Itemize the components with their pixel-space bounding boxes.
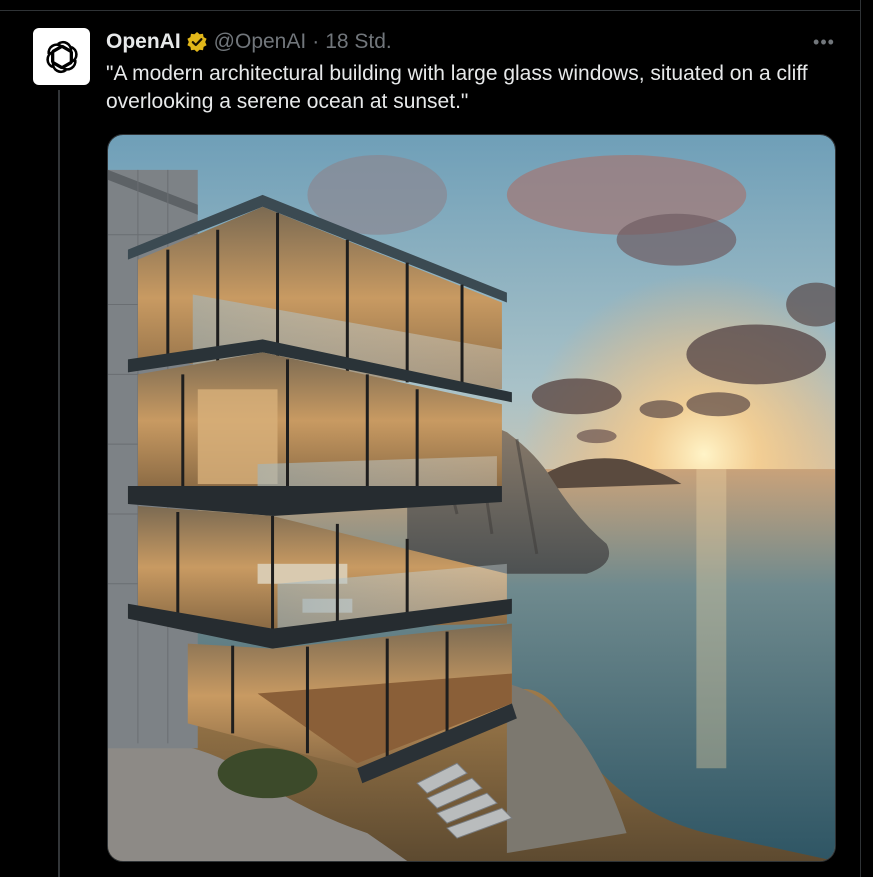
- tweet-header: OpenAI @OpenAI · 18 Std.: [106, 28, 392, 56]
- generated-image: [108, 135, 835, 861]
- thread-line: [58, 90, 60, 877]
- author-name[interactable]: OpenAI: [106, 30, 181, 54]
- more-options-button[interactable]: •••: [806, 30, 842, 54]
- separator-dot: ·: [312, 30, 320, 53]
- verified-badge-icon[interactable]: [186, 31, 208, 53]
- openai-logo-icon: [45, 40, 78, 73]
- tweet-text: "A modern architectural building with la…: [106, 62, 808, 113]
- tweet-frame: OpenAI @OpenAI · 18 Std. ••• "A modern a…: [0, 0, 873, 877]
- tweet-image[interactable]: [107, 134, 836, 862]
- top-divider: [0, 10, 860, 11]
- avatar[interactable]: [33, 28, 90, 85]
- timestamp[interactable]: 18 Std.: [325, 30, 392, 54]
- author-handle[interactable]: @OpenAI: [214, 30, 307, 54]
- right-divider: [860, 0, 861, 877]
